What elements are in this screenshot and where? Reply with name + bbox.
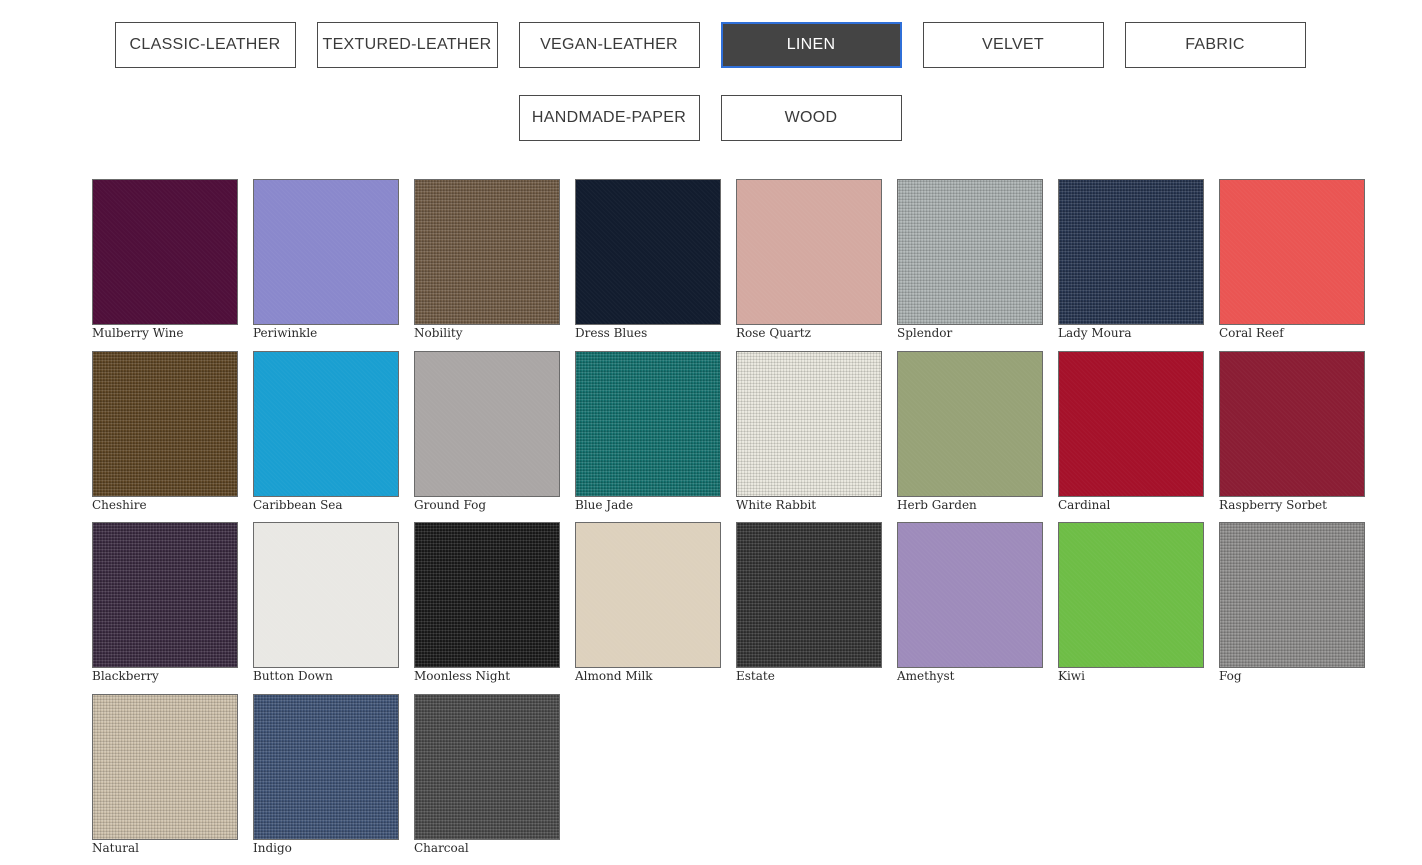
material-category-tabs: CLASSIC-LEATHER TEXTURED-LEATHER VEGAN-LEA… (14, 22, 1406, 141)
swatch-item[interactable]: Splendor (897, 179, 1043, 351)
swatch-color-chip[interactable] (414, 693, 560, 840)
swatch-name: Kiwi (1058, 669, 1085, 683)
swatch-item[interactable]: Lady Moura (1058, 179, 1204, 351)
swatch-color-chip[interactable] (1058, 350, 1204, 497)
swatch-item[interactable]: Kiwi (1058, 522, 1204, 694)
swatch-item[interactable]: Fog (1219, 522, 1365, 694)
swatch-color-chip[interactable] (253, 179, 399, 325)
swatch-name: Cheshire (92, 497, 147, 512)
swatch-color-chip[interactable] (414, 350, 560, 497)
tab-textured-leather[interactable]: TEXTURED-LEATHER (316, 22, 498, 68)
swatch-item[interactable]: Charcoal (414, 693, 560, 865)
tab-velvet[interactable]: VELVET (922, 22, 1104, 68)
swatch-color-chip[interactable] (575, 522, 721, 668)
swatch-name: Blackberry (92, 669, 159, 683)
swatch-name: Ground Fog (414, 497, 487, 512)
swatch-color-chip[interactable] (1058, 179, 1204, 325)
swatch-item[interactable]: Almond Milk (575, 522, 721, 694)
swatch-color-chip[interactable] (253, 350, 399, 497)
swatch-name: Raspberry Sorbet (1219, 497, 1327, 512)
swatch-name: Button Down (253, 669, 333, 683)
swatch-color-chip[interactable] (575, 350, 721, 497)
swatch-name: Herb Garden (897, 497, 977, 512)
swatch-name: Estate (736, 669, 775, 683)
swatch-color-chip[interactable] (736, 350, 882, 497)
swatch-name: Natural (92, 840, 139, 855)
swatch-item[interactable]: Cardinal (1058, 350, 1204, 523)
swatch-name: Indigo (253, 840, 292, 855)
tab-vegan-leather[interactable]: VEGAN-LEATHER (518, 22, 700, 68)
swatch-item[interactable]: Blackberry (92, 522, 238, 694)
linen-swatch-grid: Mulberry Wine Periwinkle Nobility Dress Blu… (92, 179, 1365, 865)
swatch-item[interactable]: Herb Garden (897, 350, 1043, 523)
swatch-name: White Rabbit (736, 497, 817, 512)
swatch-color-chip[interactable] (253, 693, 399, 840)
swatch-name: Mulberry Wine (92, 326, 184, 340)
swatch-color-chip[interactable] (92, 693, 238, 840)
swatch-color-chip[interactable] (92, 522, 238, 668)
swatch-item[interactable]: Mulberry Wine (92, 179, 238, 351)
swatch-color-chip[interactable] (736, 179, 882, 325)
swatch-name: Almond Milk (575, 669, 653, 683)
swatch-item[interactable]: Ground Fog (414, 350, 560, 523)
swatch-name: Moonless Night (414, 669, 511, 683)
swatch-color-chip[interactable] (1219, 179, 1365, 325)
swatch-color-chip[interactable] (253, 522, 399, 668)
swatch-item[interactable]: Nobility (414, 179, 560, 351)
swatch-name: Amethyst (897, 669, 955, 683)
swatch-item[interactable]: Dress Blues (575, 179, 721, 351)
swatch-item[interactable]: Raspberry Sorbet (1219, 350, 1365, 523)
tab-handmade-paper[interactable]: HANDMADE-PAPER (518, 95, 700, 141)
swatch-name: Caribbean Sea (253, 497, 343, 512)
swatch-color-chip[interactable] (92, 179, 238, 325)
swatch-item[interactable]: Moonless Night (414, 522, 560, 694)
swatch-name: Blue Jade (575, 497, 634, 512)
swatch-color-chip[interactable] (414, 522, 560, 668)
swatch-color-chip[interactable] (897, 522, 1043, 668)
swatch-color-chip[interactable] (92, 350, 238, 497)
swatch-color-chip[interactable] (1219, 522, 1365, 668)
swatch-color-chip[interactable] (575, 179, 721, 325)
swatch-name: Nobility (414, 326, 463, 340)
swatch-name: Coral Reef (1219, 326, 1284, 340)
swatch-item[interactable]: Rose Quartz (736, 179, 882, 351)
swatch-item[interactable]: White Rabbit (736, 350, 882, 523)
tab-wood[interactable]: WOOD (720, 95, 902, 141)
swatch-name: Periwinkle (253, 326, 318, 340)
swatch-item[interactable]: Estate (736, 522, 882, 694)
swatch-item[interactable]: Natural (92, 693, 238, 865)
swatch-item[interactable]: Amethyst (897, 522, 1043, 694)
swatch-color-chip[interactable] (1058, 522, 1204, 668)
swatch-item[interactable]: Indigo (253, 693, 399, 865)
swatch-item[interactable]: Periwinkle (253, 179, 399, 351)
swatch-name: Lady Moura (1058, 326, 1132, 340)
swatch-item[interactable]: Caribbean Sea (253, 350, 399, 523)
swatch-color-chip[interactable] (414, 179, 560, 325)
swatch-color-chip[interactable] (736, 522, 882, 668)
tab-fabric[interactable]: FABRIC (1124, 22, 1306, 68)
swatch-color-chip[interactable] (1219, 350, 1365, 497)
tab-linen[interactable]: LINEN (720, 22, 902, 68)
swatch-color-chip[interactable] (897, 179, 1043, 325)
swatch-name: Charcoal (414, 840, 469, 855)
swatch-color-chip[interactable] (897, 350, 1043, 497)
swatch-name: Dress Blues (575, 326, 648, 340)
swatch-name: Cardinal (1058, 497, 1111, 512)
tab-classic-leather[interactable]: CLASSIC-LEATHER (114, 22, 296, 68)
swatch-name: Splendor (897, 326, 953, 340)
swatch-name: Rose Quartz (736, 326, 811, 340)
swatch-item[interactable]: Button Down (253, 522, 399, 694)
swatch-name: Fog (1219, 669, 1242, 683)
swatch-item[interactable]: Cheshire (92, 350, 238, 523)
swatch-item[interactable]: Blue Jade (575, 350, 721, 523)
swatch-item[interactable]: Coral Reef (1219, 179, 1365, 351)
